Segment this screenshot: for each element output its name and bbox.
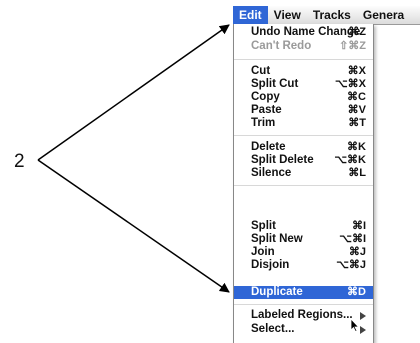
menu-item-label: Copy (251, 91, 280, 103)
menu-item-shortcut: ⌘C (347, 91, 366, 103)
menu-item-duplicate[interactable]: Duplicate ⌘D (234, 286, 373, 299)
menu-item-disjoin[interactable]: Disjoin ⌥⌘J (234, 259, 373, 272)
edit-menu-dropdown: Undo Name Change ⌘Z Can't Redo ⇧⌘Z Cut ⌘… (233, 24, 374, 343)
menu-item-shortcut: ⌘D (347, 286, 366, 298)
menu-item-shortcut: ⌥⌘J (336, 259, 366, 271)
menu-view[interactable]: View (268, 6, 307, 24)
menu-item-label: Undo Name Change (251, 26, 361, 38)
menu-item-label: Silence (251, 167, 292, 179)
menu-separator (234, 304, 373, 305)
menu-item-shortcut: ⌥⌘X (334, 78, 366, 90)
menu-edit[interactable]: Edit (233, 6, 268, 24)
menu-item-label: Join (251, 246, 275, 258)
menu-item-redo: Can't Redo ⇧⌘Z (234, 40, 373, 53)
menu-item-silence[interactable]: Silence ⌘L (234, 167, 373, 180)
menu-item-shortcut: ⇧⌘Z (339, 40, 366, 52)
menu-item-shortcut: ⌥⌘K (334, 154, 366, 166)
menu-item-trim[interactable]: Trim ⌘T (234, 117, 373, 130)
menu-item-label: Delete (251, 141, 286, 153)
menu-item-label: Split Cut (251, 78, 299, 90)
submenu-arrow-icon (360, 312, 366, 320)
menu-item-label: Select... (251, 323, 295, 335)
menu-item-split-delete[interactable]: Split Delete ⌥⌘K (234, 154, 373, 167)
menu-item-paste[interactable]: Paste ⌘V (234, 104, 373, 117)
menu-item-undo[interactable]: Undo Name Change ⌘Z (234, 26, 373, 39)
menu-tracks[interactable]: Tracks (307, 6, 357, 24)
menu-item-split-cut[interactable]: Split Cut ⌥⌘X (234, 78, 373, 91)
menu-item-label: Split Delete (251, 154, 314, 166)
menu-item-delete[interactable]: Delete ⌘K (234, 141, 373, 154)
menu-item-shortcut: ⌘L (348, 167, 366, 179)
arrow-to-duplicate (37, 159, 230, 293)
menu-item-split-new[interactable]: Split New ⌥⌘I (234, 233, 373, 246)
menu-item-shortcut: ⌥⌘I (339, 233, 366, 245)
menu-item-label: Can't Redo (251, 40, 312, 52)
menu-separator (234, 59, 373, 60)
menu-item-label: Split New (251, 233, 303, 245)
menu-item-shortcut: ⌘X (347, 65, 366, 77)
callout-number: 2 (14, 151, 25, 172)
menu-item-copy[interactable]: Copy ⌘C (234, 91, 373, 104)
menu-separator (234, 135, 373, 136)
menu-item-join[interactable]: Join ⌘J (234, 246, 373, 259)
arrow-to-edit-menu (37, 24, 230, 161)
menu-item-cut[interactable]: Cut ⌘X (234, 65, 373, 78)
menu-generate[interactable]: Genera (357, 6, 410, 24)
menu-item-shortcut: ⌘K (347, 141, 366, 153)
menu-item-label: Duplicate (251, 286, 303, 298)
menu-item-shortcut: ⌘V (347, 104, 366, 116)
menu-item-shortcut: ⌘J (348, 246, 366, 258)
menu-item-label: Cut (251, 65, 271, 77)
menu-separator (234, 185, 373, 186)
mouse-pointer-icon (350, 318, 360, 332)
menu-item-label: Disjoin (251, 259, 290, 271)
menu-item-shortcut: ⌘I (351, 220, 366, 232)
menu-item-label: Split (251, 220, 276, 232)
menu-item-shortcut: ⌘Z (348, 26, 366, 38)
submenu-arrow-icon (360, 326, 366, 334)
menu-bar: Edit View Tracks Genera (233, 6, 420, 25)
menu-item-split[interactable]: Split ⌘I (234, 220, 373, 233)
menu-item-label: Paste (251, 104, 282, 116)
menu-item-label: Labeled Regions... (251, 309, 353, 321)
menu-item-shortcut: ⌘T (348, 117, 366, 129)
menu-item-label: Trim (251, 117, 276, 129)
